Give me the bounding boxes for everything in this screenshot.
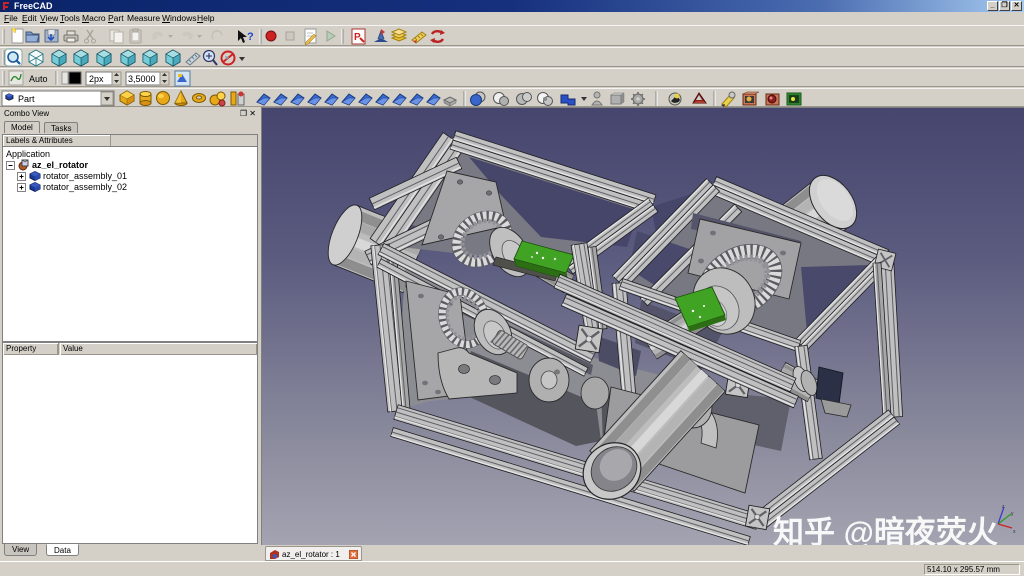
svg-text:x: x <box>1013 529 1016 535</box>
svg-text:Auto: Auto <box>29 74 48 84</box>
svg-text:3,5000: 3,5000 <box>128 74 156 84</box>
svg-text:2px: 2px <box>89 74 104 84</box>
svg-text:Part: Part <box>18 94 35 104</box>
svg-text:P: P <box>354 32 361 43</box>
svg-text:?: ? <box>247 31 254 43</box>
svg-text:知乎 @暗夜荧火: 知乎 @暗夜荧火 <box>773 515 998 546</box>
svg-text:z: z <box>1002 504 1005 510</box>
svg-text:y: y <box>1011 511 1014 517</box>
